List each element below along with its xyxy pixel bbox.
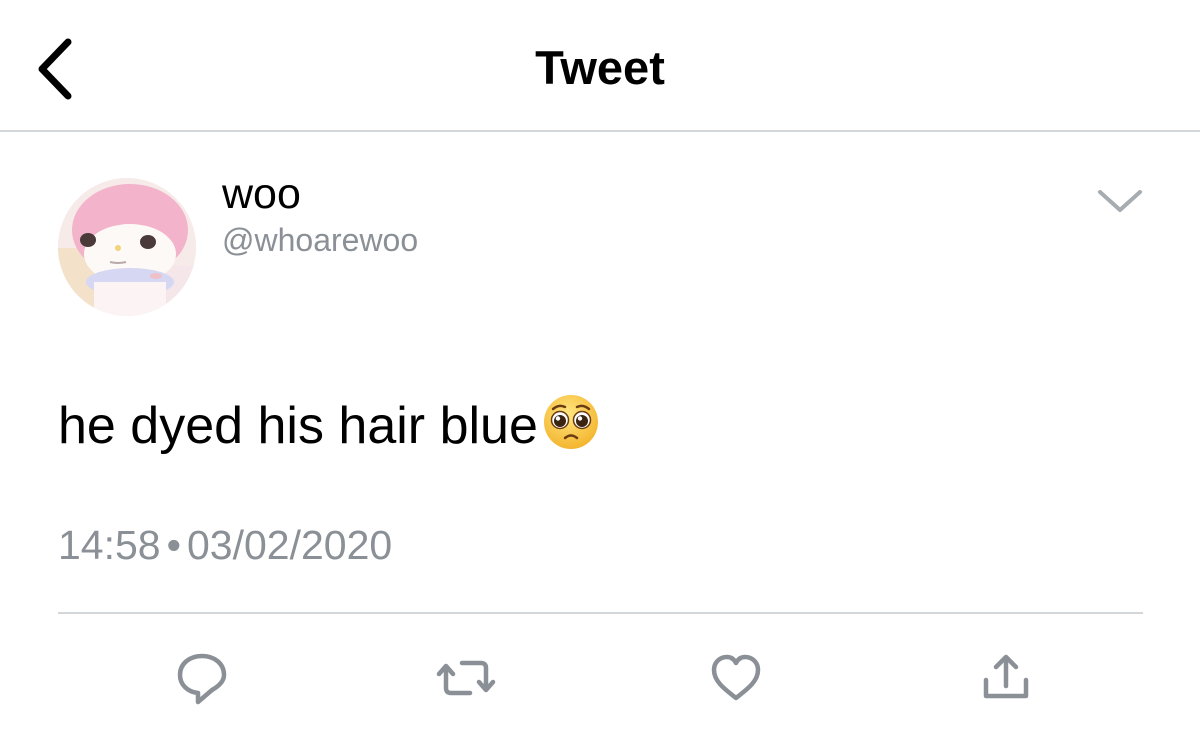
timestamp-separator: • [166,522,181,568]
top-bar: Tweet [0,0,1200,132]
tweet-text: he dyed his hair blue [58,397,538,455]
user-handle[interactable]: @whoarewoo [222,220,418,260]
reply-icon [177,653,227,705]
share-button[interactable] [976,648,1036,708]
divider [58,612,1143,614]
tweet-body: he dyed his hair blue [58,392,600,460]
avatar-image [58,178,196,316]
retweet-button[interactable] [436,648,496,708]
reply-button[interactable] [172,648,232,708]
pleading-face-emoji [542,393,600,451]
tweet-timestamp[interactable]: 14:58 • 03/02/2020 [58,520,392,570]
chevron-down-icon [1098,190,1142,212]
avatar[interactable] [58,178,196,316]
share-icon [983,654,1029,699]
page-title: Tweet [535,41,665,94]
like-button[interactable] [706,648,766,708]
heart-icon [711,654,761,701]
tweet-time: 14:58 [58,522,161,568]
display-name[interactable]: woo [222,168,301,220]
retweet-icon [436,660,496,696]
tweet-menu-button[interactable] [1088,176,1152,226]
tweet-date: 03/02/2020 [186,522,393,568]
